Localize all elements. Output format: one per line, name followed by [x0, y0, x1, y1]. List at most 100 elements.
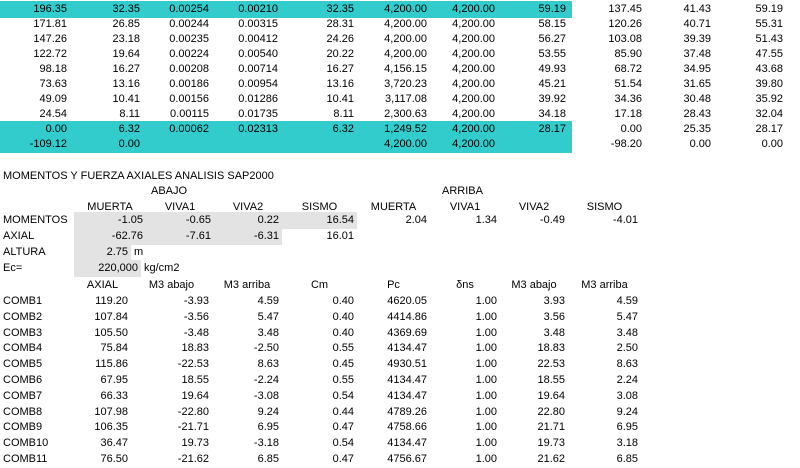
comb-value[interactable]: 2.50: [568, 340, 641, 357]
comb-value[interactable]: 4134.47: [357, 340, 430, 357]
comb-value[interactable]: -3.56: [131, 309, 212, 326]
comb-value[interactable]: 0.54: [282, 435, 357, 452]
comb-value[interactable]: 3.93: [500, 293, 568, 310]
comb-value[interactable]: -2.24: [212, 372, 282, 389]
comb-value[interactable]: 4789.26: [357, 404, 430, 421]
altura-value[interactable]: 2.75: [74, 244, 131, 261]
comb-value[interactable]: 4134.47: [357, 435, 430, 452]
comb-value[interactable]: 3.56: [500, 309, 568, 326]
comb-value[interactable]: 18.55: [131, 372, 212, 389]
axial-value[interactable]: -7.61: [146, 228, 214, 245]
top-table-cell[interactable]: 4,200.00: [430, 136, 498, 153]
comb-value[interactable]: 4134.47: [357, 388, 430, 405]
comb-value[interactable]: 5.47: [568, 309, 641, 326]
comb-value[interactable]: 19.64: [131, 388, 212, 405]
ec-unit[interactable]: kg/cm2: [141, 260, 221, 277]
top-table-cell[interactable]: -98.20: [569, 136, 645, 153]
ec-value[interactable]: 220,000: [74, 260, 141, 277]
comb-value[interactable]: 4414.86: [357, 309, 430, 326]
comb-header[interactable]: M3 arriba: [212, 277, 282, 294]
comb-value[interactable]: 0.44: [282, 404, 357, 421]
comb-name[interactable]: COMB6: [0, 372, 74, 389]
comb-value[interactable]: -22.80: [131, 404, 212, 421]
comb-value[interactable]: 0.55: [282, 372, 357, 389]
comb-value[interactable]: 3.08: [568, 388, 641, 405]
top-table-cell[interactable]: [281, 136, 357, 153]
top-table-cell[interactable]: [143, 136, 212, 153]
comb-value[interactable]: 21.71: [500, 419, 568, 436]
comb-value[interactable]: 1.00: [430, 325, 500, 342]
comb-value[interactable]: 1.00: [430, 435, 500, 452]
comb-name[interactable]: COMB5: [0, 356, 74, 373]
comb-value[interactable]: 6.95: [212, 419, 282, 436]
momentos-value[interactable]: -0.49: [500, 212, 568, 229]
comb-value[interactable]: 4134.47: [357, 372, 430, 389]
comb-value[interactable]: 4620.05: [357, 293, 430, 310]
comb-value[interactable]: 18.55: [500, 372, 568, 389]
top-table-cell[interactable]: [212, 136, 281, 153]
comb-value[interactable]: 22.80: [500, 404, 568, 421]
comb-value[interactable]: 0.40: [282, 309, 357, 326]
comb-value[interactable]: 115.86: [74, 356, 131, 373]
comb-header[interactable]: Pc: [357, 277, 430, 294]
comb-value[interactable]: 0.54: [282, 388, 357, 405]
comb-value[interactable]: 3.48: [568, 325, 641, 342]
ec-label[interactable]: Ec=: [0, 260, 74, 277]
comb-header[interactable]: Cm: [282, 277, 357, 294]
comb-header[interactable]: M3 abajo: [500, 277, 568, 294]
comb-name[interactable]: COMB8: [0, 404, 74, 421]
comb-name[interactable]: COMB4: [0, 340, 74, 357]
top-table-cell[interactable]: 0.00: [714, 136, 786, 153]
momentos-value[interactable]: -4.01: [568, 212, 641, 229]
comb-name[interactable]: COMB10: [0, 435, 74, 452]
comb-value[interactable]: 19.73: [131, 435, 212, 452]
comb-value[interactable]: -3.18: [212, 435, 282, 452]
top-table-cell[interactable]: [498, 136, 569, 153]
comb-value[interactable]: 75.84: [74, 340, 131, 357]
comb-value[interactable]: 8.63: [212, 356, 282, 373]
comb-value[interactable]: 1.00: [430, 419, 500, 436]
comb-value[interactable]: 105.50: [74, 325, 131, 342]
comb-value[interactable]: 3.48: [212, 325, 282, 342]
axial-label[interactable]: AXIAL: [0, 228, 74, 245]
axial-value[interactable]: -6.31: [214, 228, 282, 245]
comb-value[interactable]: 0.40: [282, 293, 357, 310]
group-header-abajo[interactable]: ABAJO: [148, 183, 208, 200]
comb-name[interactable]: COMB7: [0, 388, 74, 405]
comb-value[interactable]: 21.62: [500, 451, 568, 468]
comb-value[interactable]: 1.00: [430, 451, 500, 468]
comb-value[interactable]: 8.63: [568, 356, 641, 373]
comb-header[interactable]: AXIAL: [74, 277, 131, 294]
comb-name[interactable]: COMB9: [0, 419, 74, 436]
top-table-cell[interactable]: -109.12: [0, 136, 70, 153]
comb-value[interactable]: 36.47: [74, 435, 131, 452]
comb-value[interactable]: 1.00: [430, 372, 500, 389]
comb-value[interactable]: 107.84: [74, 309, 131, 326]
top-table-cell[interactable]: 0.00: [645, 136, 714, 153]
comb-value[interactable]: 6.85: [568, 451, 641, 468]
comb-value[interactable]: -22.53: [131, 356, 212, 373]
comb-value[interactable]: 19.73: [500, 435, 568, 452]
comb-value[interactable]: -3.93: [131, 293, 212, 310]
comb-value[interactable]: 76.50: [74, 451, 131, 468]
comb-value[interactable]: -3.48: [131, 325, 212, 342]
comb-value[interactable]: 1.00: [430, 340, 500, 357]
axial-value[interactable]: -62.76: [74, 228, 146, 245]
comb-value[interactable]: 9.24: [212, 404, 282, 421]
comb-value[interactable]: 22.53: [500, 356, 568, 373]
comb-header[interactable]: M3 abajo: [131, 277, 212, 294]
comb-value[interactable]: 1.00: [430, 404, 500, 421]
top-table-cell[interactable]: 4,200.00: [357, 136, 430, 153]
comb-name[interactable]: COMB2: [0, 309, 74, 326]
comb-value[interactable]: 106.35: [74, 419, 131, 436]
comb-value[interactable]: 1.00: [430, 356, 500, 373]
comb-value[interactable]: -21.62: [131, 451, 212, 468]
top-table-cell[interactable]: 0.00: [70, 136, 143, 153]
comb-value[interactable]: 2.24: [568, 372, 641, 389]
momentos-label[interactable]: MOMENTOS: [0, 212, 74, 229]
group-header-arriba[interactable]: ARRIBA: [439, 183, 499, 200]
comb-value[interactable]: 0.47: [282, 451, 357, 468]
comb-value[interactable]: 107.98: [74, 404, 131, 421]
comb-name[interactable]: COMB1: [0, 293, 74, 310]
axial-value[interactable]: 16.01: [282, 228, 357, 245]
